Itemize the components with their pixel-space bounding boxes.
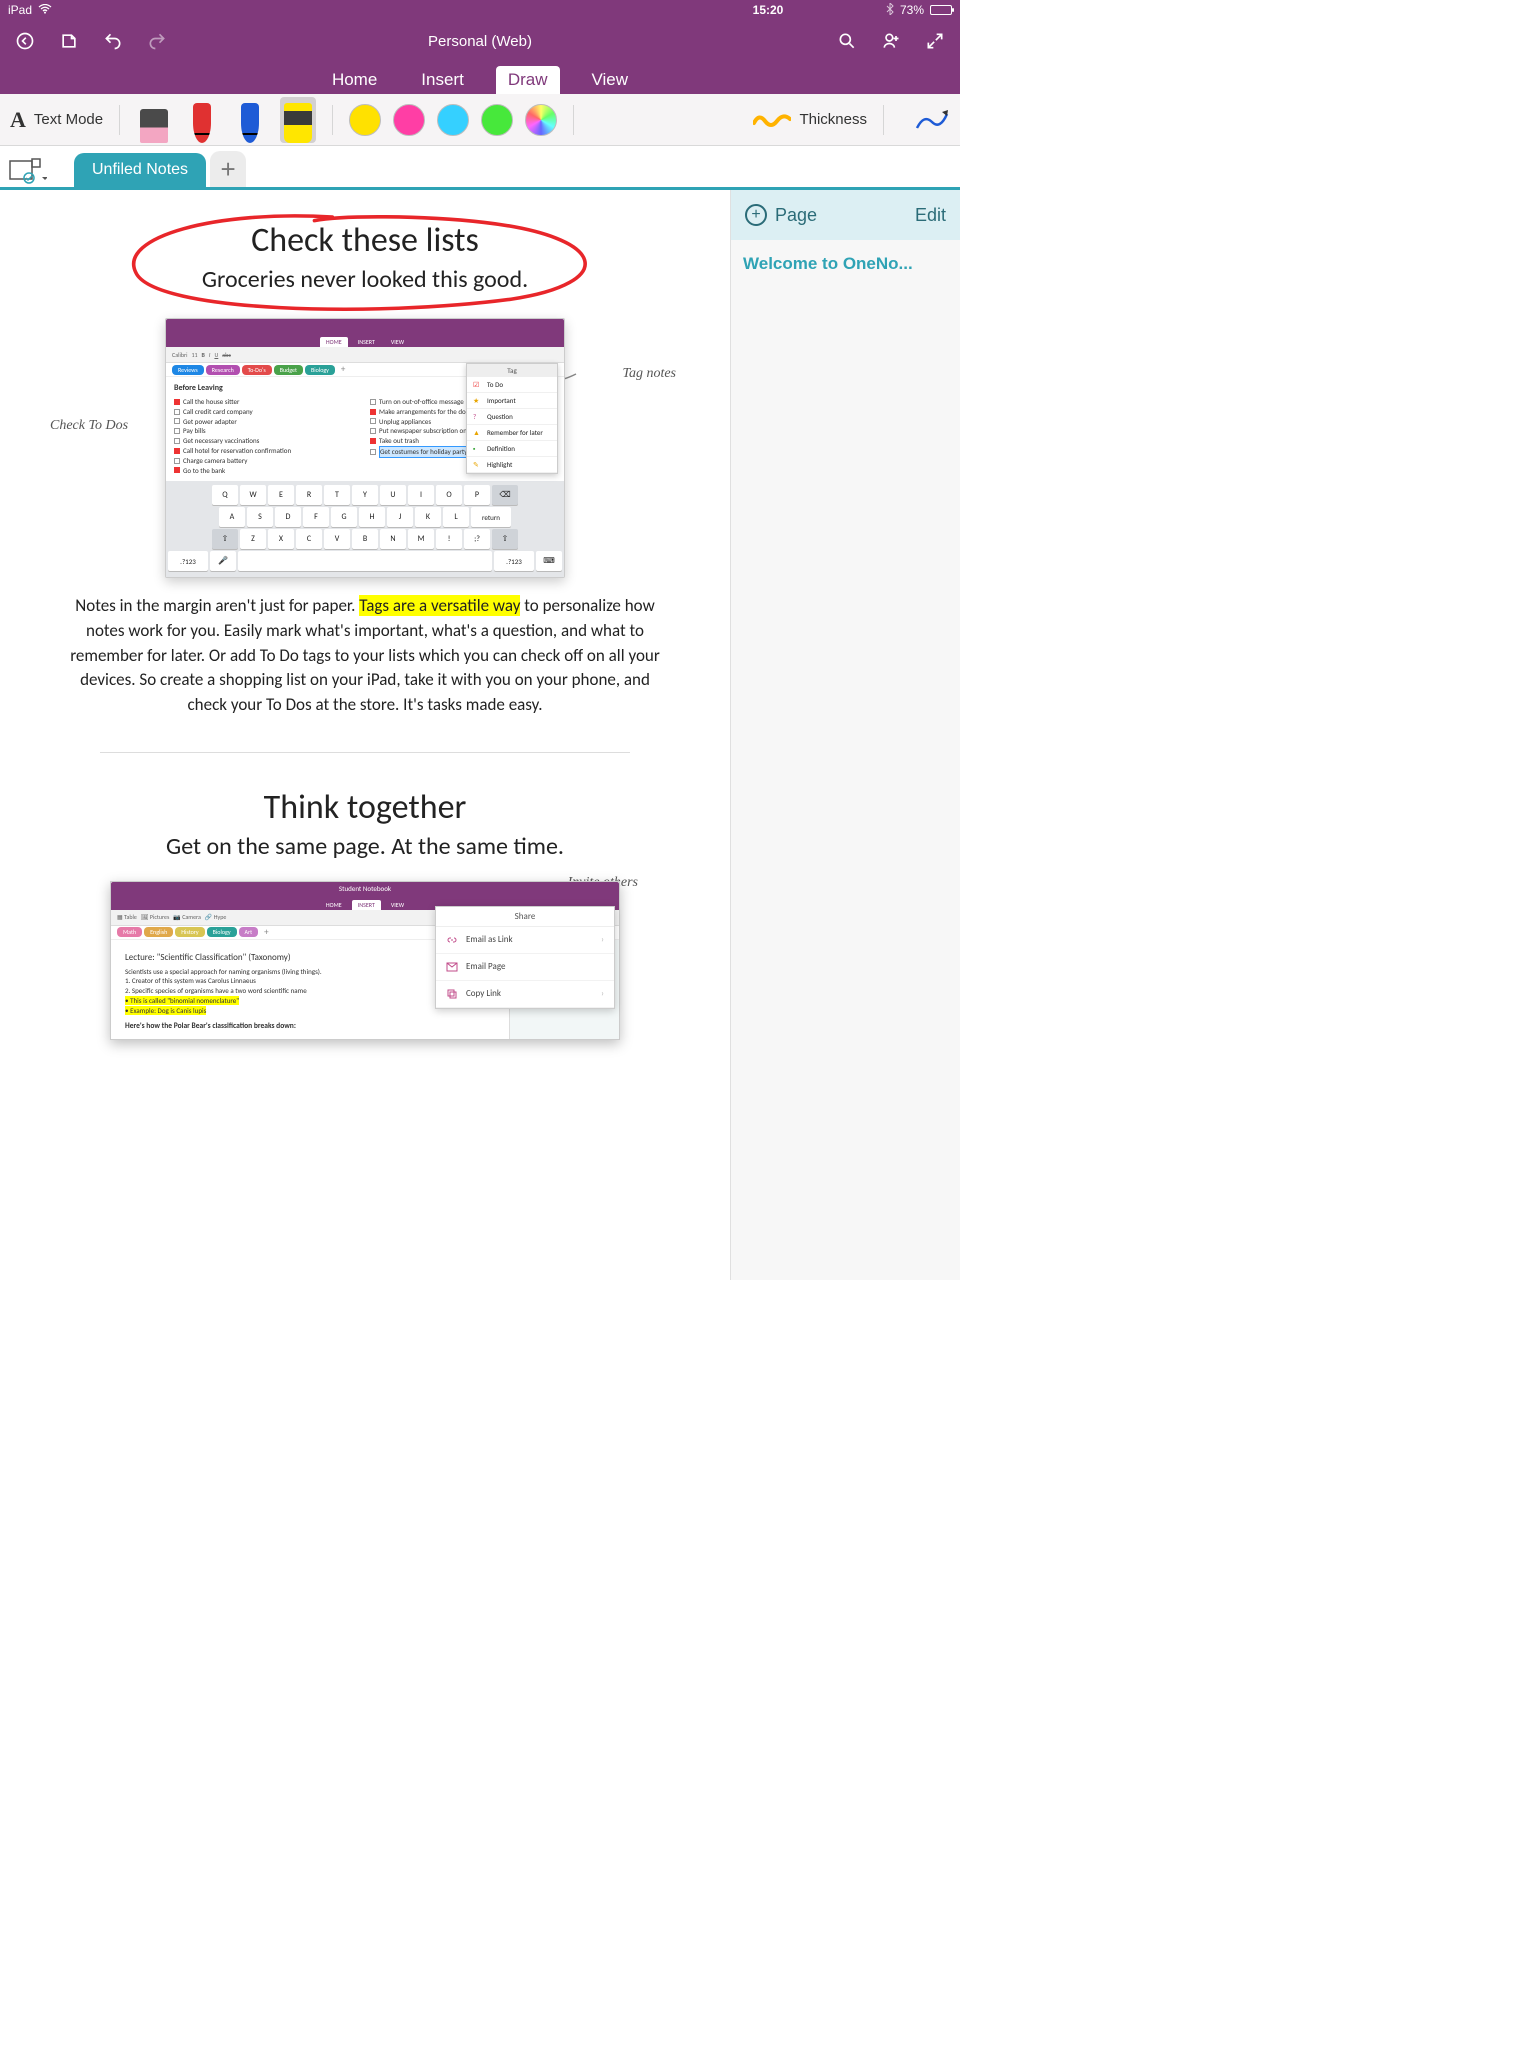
redo-button[interactable] xyxy=(142,26,172,56)
embedded-screenshot-1: HOME INSERT VIEW Calibri 11 BIUabc Revie… xyxy=(165,318,565,578)
separator xyxy=(119,105,120,135)
share-button[interactable] xyxy=(876,26,906,56)
divider xyxy=(100,752,630,753)
notebook-title[interactable]: Personal (Web) xyxy=(428,33,532,50)
open-notebook-icon[interactable] xyxy=(54,26,84,56)
thickness-icon xyxy=(753,113,791,127)
ss-tab: INSERT xyxy=(352,337,381,347)
content-area: Check these lists Groceries never looked… xyxy=(0,190,960,1280)
ss-tab: HOME xyxy=(320,900,348,910)
ink-circle xyxy=(109,206,609,321)
body-paragraph-1: Notes in the margin aren't just for pape… xyxy=(60,594,670,717)
color-cyan[interactable] xyxy=(437,104,469,136)
draw-toolbar: A Text Mode Thickness xyxy=(0,94,960,146)
section-subtitle-2: Get on the same page. At the same time. xyxy=(60,832,670,861)
ss2-share-item: Email as Link› xyxy=(436,927,614,954)
ss-tag-panel: Tag ☑To Do★Important?Question▲Remember f… xyxy=(466,363,558,474)
wifi-icon xyxy=(38,3,52,17)
embedded-screenshot-2: Student Notebook HOME INSERT VIEW ▦ Tabl… xyxy=(110,881,620,1040)
ss-font: Calibri xyxy=(172,351,187,359)
highlighted-text: Tags are a versatile way xyxy=(359,595,520,616)
clock: 15:20 xyxy=(753,3,784,17)
tab-view[interactable]: View xyxy=(580,66,641,94)
pen-red-tool[interactable] xyxy=(184,97,220,143)
add-page-button[interactable]: + Page xyxy=(745,204,817,226)
color-wheel[interactable] xyxy=(525,104,557,136)
ss2-bold: Here's how the Polar Bear's classificati… xyxy=(125,1022,495,1031)
page-side-panel: + Page Edit Welcome to OneNo... xyxy=(730,190,960,1280)
page-label: Page xyxy=(775,205,817,226)
color-green[interactable] xyxy=(481,104,513,136)
section-heading-2: Think together xyxy=(60,787,670,828)
add-section-button[interactable]: + xyxy=(210,151,246,187)
app-titlebar: Personal (Web) xyxy=(0,20,960,62)
text-mode-label: Text Mode xyxy=(34,111,103,128)
section-tab-row: Unfiled Notes + xyxy=(0,146,960,190)
ss-tab: INSERT xyxy=(352,900,381,910)
color-pink[interactable] xyxy=(393,104,425,136)
separator xyxy=(332,105,333,135)
text-mode-button[interactable]: A Text Mode xyxy=(10,107,103,133)
pen-blue-tool[interactable] xyxy=(232,97,268,143)
device-label: iPad xyxy=(8,3,32,17)
annotation-check-todos: Check To Dos xyxy=(50,418,128,434)
undo-button[interactable] xyxy=(98,26,128,56)
thickness-label: Thickness xyxy=(799,111,867,128)
note-canvas[interactable]: Check these lists Groceries never looked… xyxy=(0,190,730,1280)
highlighter-tool[interactable] xyxy=(280,97,316,143)
notebook-dropdown[interactable] xyxy=(6,155,50,187)
back-button[interactable] xyxy=(10,26,40,56)
separator xyxy=(883,105,884,135)
separator xyxy=(573,105,574,135)
ss-keyboard: QWERTYUIOP⌫ ASDFGHJKLreturn ⇧ZXCVBNM!;?⇧… xyxy=(166,481,564,577)
ss2-share-popover: Share Email as Link› Email Page Copy Lin… xyxy=(435,906,615,1009)
ios-status-bar: iPad 15:20 73% xyxy=(0,0,960,20)
ss2-share-title: Share xyxy=(436,907,614,927)
plus-icon: + xyxy=(745,204,767,226)
page-list-item[interactable]: Welcome to OneNo... xyxy=(743,254,948,274)
color-yellow[interactable] xyxy=(349,104,381,136)
page-panel-header: + Page Edit xyxy=(731,190,960,240)
ss-tab: VIEW xyxy=(385,900,410,910)
eraser-tool[interactable] xyxy=(136,97,172,143)
ss-tab: VIEW xyxy=(385,337,410,347)
ink-to-shape-icon[interactable] xyxy=(914,108,950,132)
ss-tab: HOME xyxy=(320,337,348,347)
ss2-share-item: Email Page xyxy=(436,954,614,981)
bluetooth-icon xyxy=(886,3,894,18)
battery-pct: 73% xyxy=(900,3,924,17)
battery-icon xyxy=(930,5,952,15)
section-tab-unfiled[interactable]: Unfiled Notes xyxy=(74,153,206,187)
tab-home[interactable]: Home xyxy=(320,66,389,94)
fullscreen-button[interactable] xyxy=(920,26,950,56)
edit-pages-button[interactable]: Edit xyxy=(915,205,946,226)
ss-tag-title: Tag xyxy=(467,364,557,377)
search-button[interactable] xyxy=(832,26,862,56)
ss2-share-item: Copy Link› xyxy=(436,981,614,1008)
thickness-button[interactable]: Thickness xyxy=(753,111,867,128)
annotation-tag-notes: Tag notes xyxy=(622,366,676,382)
ss2-title: Student Notebook xyxy=(111,882,619,896)
tab-draw[interactable]: Draw xyxy=(496,66,560,94)
ss-size: 11 xyxy=(191,351,197,359)
tab-insert[interactable]: Insert xyxy=(409,66,476,94)
ribbon-tabs: Home Insert Draw View xyxy=(0,62,960,94)
text-icon: A xyxy=(10,107,26,133)
